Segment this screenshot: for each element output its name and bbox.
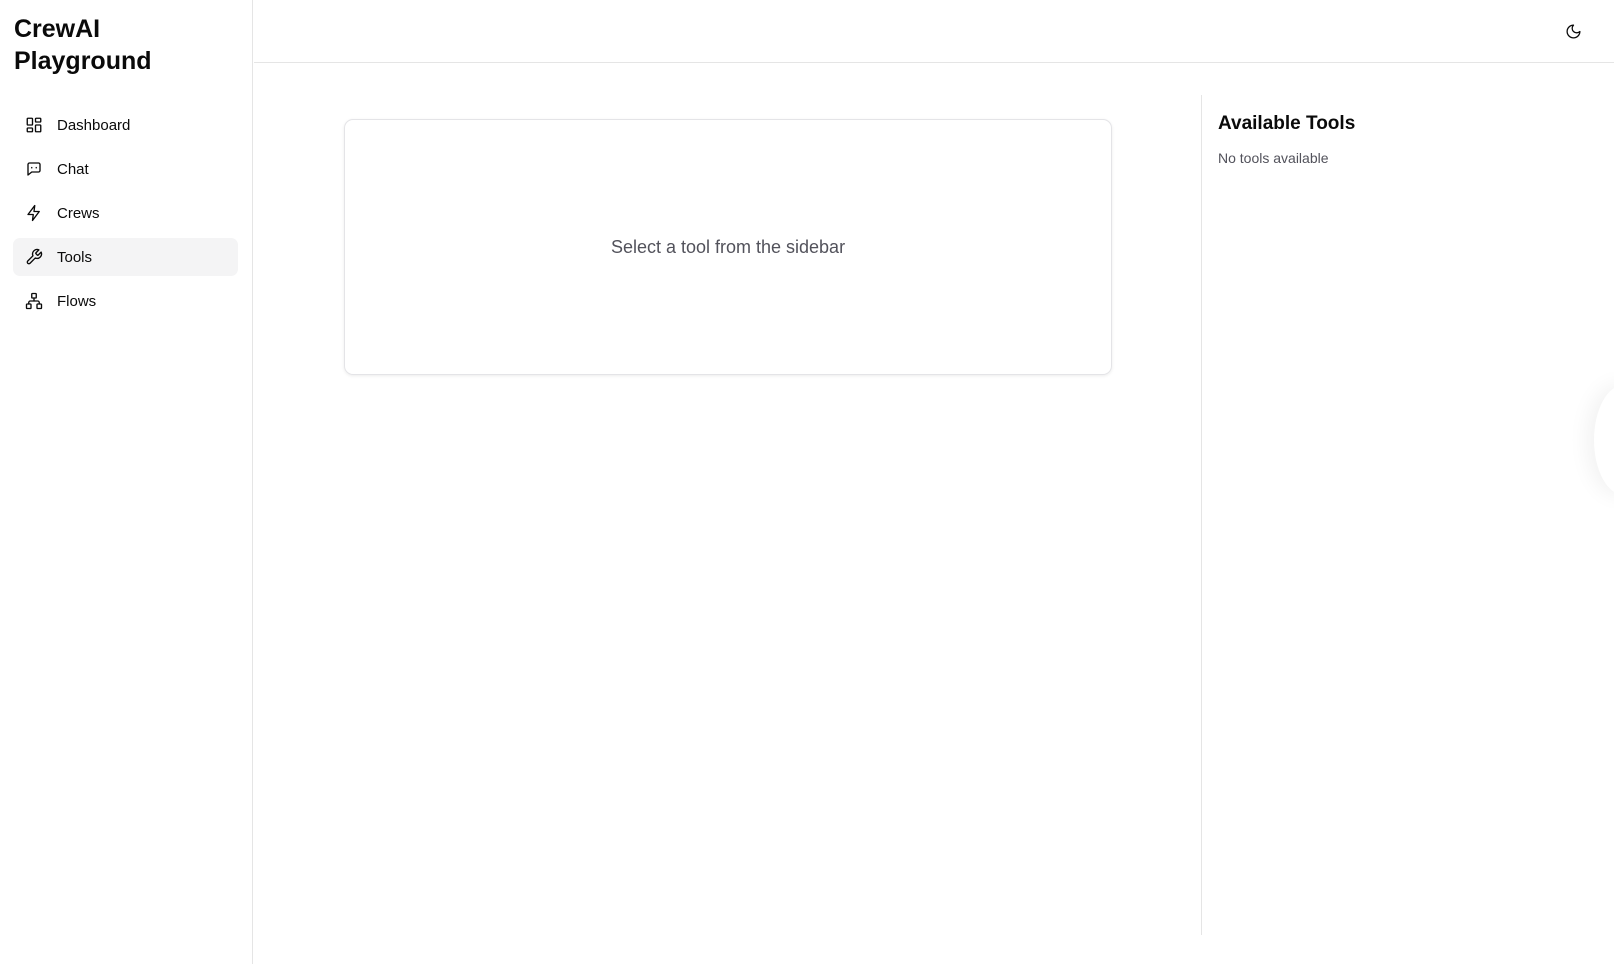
sidebar-item-label: Flows: [57, 292, 97, 310]
sidebar-nav: Dashboard Chat Crews Tools Flows: [13, 106, 238, 326]
dashboard-icon: [25, 116, 43, 134]
chat-icon: [25, 160, 43, 178]
sidebar-item-flows[interactable]: Flows: [13, 282, 238, 320]
theme-toggle-button[interactable]: [1558, 16, 1588, 46]
available-tools-panel: Available Tools No tools available: [1201, 95, 1614, 935]
moon-icon: [1565, 23, 1582, 40]
app-title: CrewAI Playground: [14, 15, 152, 75]
main-content: Select a tool from the sidebar: [254, 64, 1200, 964]
sidebar-item-tools[interactable]: Tools: [13, 238, 238, 276]
sidebar-item-chat[interactable]: Chat: [13, 150, 238, 188]
tool-detail-card: Select a tool from the sidebar: [344, 119, 1112, 375]
app-root: CrewAI Playground Dashboard Chat Crews T…: [0, 0, 1614, 964]
panel-title: Available Tools: [1218, 113, 1356, 134]
empty-state-text: Select a tool from the sidebar: [610, 236, 846, 257]
sidebar-item-label: Chat: [57, 160, 89, 178]
sidebar-item-label: Crews: [57, 204, 100, 222]
wrench-icon: [25, 248, 43, 266]
sidebar-item-crews[interactable]: Crews: [13, 194, 238, 232]
lightning-icon: [25, 204, 43, 222]
sidebar-item-label: Dashboard: [57, 116, 131, 134]
top-bar: [254, 0, 1614, 63]
no-tools-text: No tools available: [1218, 150, 1329, 166]
sidebar-item-dashboard[interactable]: Dashboard: [13, 106, 238, 144]
sidebar-item-label: Tools: [57, 248, 93, 266]
sidebar: CrewAI Playground Dashboard Chat Crews T…: [0, 0, 253, 964]
flow-icon: [25, 292, 43, 310]
